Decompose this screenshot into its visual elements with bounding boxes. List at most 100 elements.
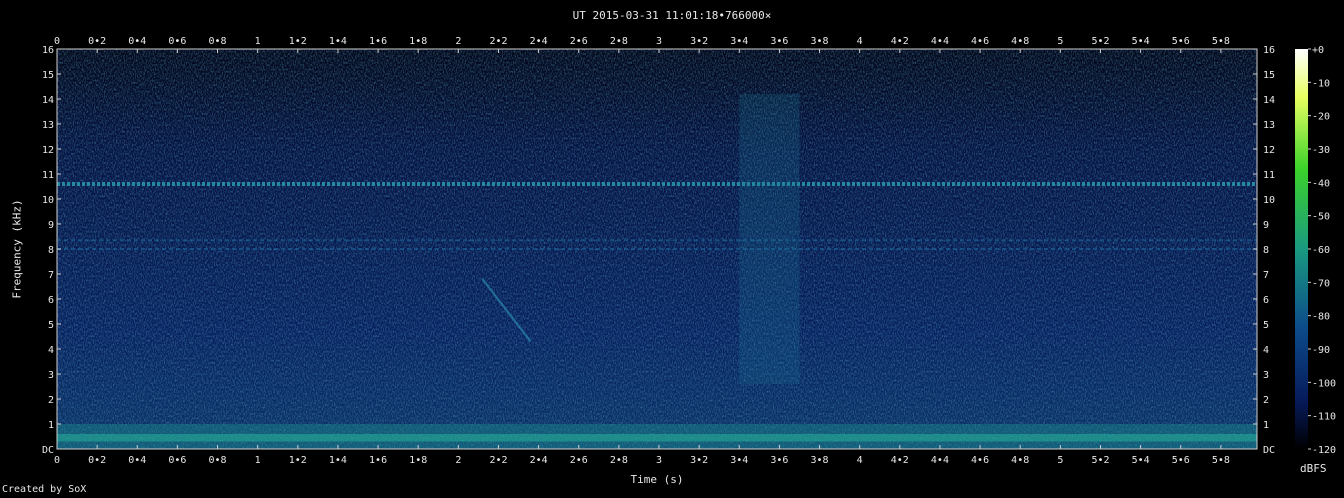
colorbar-tick-label: -10 (1312, 78, 1330, 89)
y-tick-label-left: 1 (48, 420, 54, 431)
x-tick-label-top: 4•6 (971, 36, 989, 47)
colorbar-tick-label: -60 (1312, 245, 1330, 256)
colorbar-tick-label: -30 (1312, 145, 1330, 156)
colorbar-tick-label: -40 (1312, 178, 1330, 189)
y-axis-label: Frequency (kHz) (10, 199, 24, 299)
y-tick-label-left: 6 (48, 295, 54, 306)
x-tick-label-top: 1•6 (369, 36, 387, 47)
y-tick-label-right: 7 (1263, 270, 1269, 281)
spectrogram-background (57, 49, 1257, 449)
x-tick-label-bottom: 4•2 (891, 455, 909, 466)
y-tick-label-right: 16 (1263, 45, 1275, 56)
x-tick-label-top: 4 (857, 36, 863, 47)
credit-text: Created by SoX (2, 484, 87, 495)
colorbar-tick-label: -80 (1312, 312, 1330, 323)
x-tick-label-top: 3•6 (770, 36, 788, 47)
x-tick-label-top: 0 (54, 36, 60, 47)
y-tick-label-left: 11 (42, 170, 54, 181)
y-tick-label-right: 14 (1263, 95, 1275, 106)
spectrogram-chart: 000•20•20•40•40•60•60•80•8111•21•21•41•4… (42, 36, 1336, 466)
x-tick-label-bottom: 1•2 (289, 455, 307, 466)
colorbar-tick-label: -110 (1312, 412, 1336, 423)
y-tick-label-left: 13 (42, 120, 54, 131)
x-tick-label-bottom: 3 (656, 455, 662, 466)
y-tick-label-left: DC (42, 445, 54, 456)
y-tick-label-right: 15 (1263, 70, 1275, 81)
x-tick-label-bottom: 1•4 (329, 455, 347, 466)
x-tick-label-top: 5•6 (1172, 36, 1190, 47)
colorbar-tick-label: -120 (1312, 445, 1336, 456)
x-tick-label-bottom: 0•2 (88, 455, 106, 466)
y-tick-label-right: DC (1263, 445, 1275, 456)
x-tick-label-bottom: 5 (1057, 455, 1063, 466)
colorbar-tick-label: -90 (1312, 345, 1330, 356)
y-tick-label-left: 15 (42, 70, 54, 81)
x-tick-label-top: 0•8 (209, 36, 227, 47)
x-tick-label-bottom: 2•8 (610, 455, 628, 466)
x-tick-label-bottom: 1•6 (369, 455, 387, 466)
colorbar-tick-label: -70 (1312, 278, 1330, 289)
x-tick-label-bottom: 0•4 (128, 455, 146, 466)
noise-texture (57, 49, 1257, 449)
broadband-burst (739, 94, 800, 384)
y-tick-label-right: 10 (1263, 195, 1275, 206)
x-tick-label-bottom: 5•6 (1172, 455, 1190, 466)
x-tick-label-top: 3•2 (690, 36, 708, 47)
x-axis-label: Time (s) (630, 473, 684, 486)
x-tick-label-top: 4•2 (891, 36, 909, 47)
colorbar-unit-label: dBFS (1300, 462, 1327, 475)
y-tick-label-right: 4 (1263, 345, 1269, 356)
x-tick-label-bottom: 1 (255, 455, 261, 466)
x-tick-label-bottom: 2•6 (570, 455, 588, 466)
x-tick-label-top: 3•8 (811, 36, 829, 47)
x-tick-label-top: 2 (455, 36, 461, 47)
x-tick-label-bottom: 5•8 (1212, 455, 1230, 466)
y-tick-label-left: 16 (42, 45, 54, 56)
y-tick-label-left: 12 (42, 145, 54, 156)
y-tick-label-left: 4 (48, 345, 54, 356)
x-tick-label-top: 4•4 (931, 36, 949, 47)
y-tick-label-right: 11 (1263, 170, 1275, 181)
colorbar-tick-label: -50 (1312, 212, 1330, 223)
y-tick-label-right: 1 (1263, 420, 1269, 431)
x-tick-label-top: 3 (656, 36, 662, 47)
colorbar-tick-label: +0 (1312, 45, 1324, 56)
colorbar: +0 -10 -20 -30 -40 -50 -60 -70 -80 -90 -100 -110 -12… (1295, 45, 1336, 456)
y-tick-label-left: 14 (42, 95, 54, 106)
y-tick-label-right: 13 (1263, 120, 1275, 131)
x-tick-label-top: 2•6 (570, 36, 588, 47)
y-tick-label-right: 9 (1263, 220, 1269, 231)
colorbar-gradient (1295, 49, 1308, 449)
x-tick-label-top: 5•2 (1091, 36, 1109, 47)
x-tick-label-bottom: 2•4 (530, 455, 548, 466)
x-tick-label-top: 0•6 (168, 36, 186, 47)
x-tick-label-top: 1•2 (289, 36, 307, 47)
x-tick-label-top: 0•2 (88, 36, 106, 47)
y-tick-label-right: 2 (1263, 395, 1269, 406)
x-tick-label-top: 5•4 (1132, 36, 1150, 47)
y-tick-label-right: 8 (1263, 245, 1269, 256)
x-tick-label-bottom: 3•4 (730, 455, 748, 466)
x-tick-label-top: 2•8 (610, 36, 628, 47)
x-tick-label-bottom: 0 (54, 455, 60, 466)
colorbar-tick-label: -100 (1312, 378, 1336, 389)
y-tick-label-left: 2 (48, 395, 54, 406)
y-tick-label-left: 9 (48, 220, 54, 231)
x-tick-label-top: 1 (255, 36, 261, 47)
y-tick-label-left: 3 (48, 370, 54, 381)
y-tick-label-right: 3 (1263, 370, 1269, 381)
x-tick-label-bottom: 3•6 (770, 455, 788, 466)
y-tick-label-left: 10 (42, 195, 54, 206)
x-tick-label-top: 5 (1057, 36, 1063, 47)
x-tick-label-bottom: 4 (857, 455, 863, 466)
y-tick-label-right: 5 (1263, 320, 1269, 331)
x-tick-label-bottom: 3•8 (811, 455, 829, 466)
y-tick-label-left: 5 (48, 320, 54, 331)
x-tick-label-top: 4•8 (1011, 36, 1029, 47)
colorbar-tick-label: -20 (1312, 112, 1330, 123)
x-tick-label-top: 1•4 (329, 36, 347, 47)
x-tick-label-bottom: 4•8 (1011, 455, 1029, 466)
x-tick-label-bottom: 4•6 (971, 455, 989, 466)
x-tick-label-bottom: 5•4 (1132, 455, 1150, 466)
x-tick-label-bottom: 2 (455, 455, 461, 466)
